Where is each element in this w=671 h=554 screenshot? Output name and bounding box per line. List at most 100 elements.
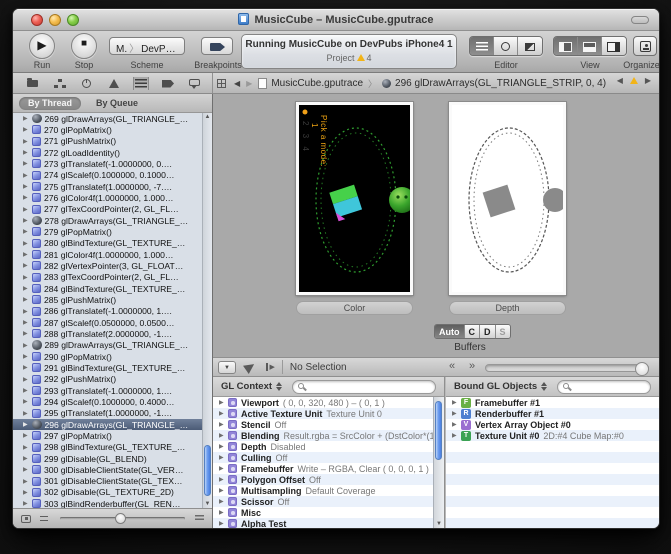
gl-context-row[interactable]: ▶Alpha Test bbox=[213, 518, 433, 528]
disclosure-triangle-icon[interactable]: ▶ bbox=[23, 262, 32, 269]
disclosure-triangle-icon[interactable]: ▶ bbox=[452, 421, 461, 428]
call-row-281[interactable]: ▶281 glColor4f(1.0000000, 1.000… bbox=[13, 249, 212, 260]
gl-context-search-input[interactable] bbox=[292, 380, 436, 394]
call-row-287[interactable]: ▶287 glScalef(0.0500000, 0.0500… bbox=[13, 317, 212, 328]
call-row-279[interactable]: ▶279 glPopMatrix() bbox=[13, 226, 212, 237]
sidebar-scrollbar[interactable]: ▲ ▼ bbox=[202, 113, 212, 508]
call-row-299[interactable]: ▶299 glDisable(GL_BLEND) bbox=[13, 453, 212, 464]
call-row-269[interactable]: ▶269 glDrawArrays(GL_TRIANGLE_… bbox=[13, 113, 212, 124]
disclosure-triangle-icon[interactable]: ▶ bbox=[452, 432, 461, 439]
scrollbar-thumb[interactable] bbox=[435, 401, 442, 460]
disclosure-triangle-icon[interactable]: ▶ bbox=[219, 509, 228, 516]
disclosure-triangle-icon[interactable]: ▶ bbox=[219, 465, 228, 472]
frame-slider[interactable] bbox=[60, 517, 185, 520]
gl-context-row[interactable]: ▶FramebufferWrite – RGBA, Clear ( 0, 0, … bbox=[213, 463, 433, 474]
call-row-290[interactable]: ▶290 glPopMatrix() bbox=[13, 351, 212, 362]
bound-object-row[interactable]: ▶FFramebuffer #1 bbox=[446, 397, 659, 408]
call-scrub-thumb[interactable] bbox=[635, 362, 649, 376]
disclosure-triangle-icon[interactable]: ▶ bbox=[23, 217, 32, 224]
toolbar-toggle-button[interactable] bbox=[631, 16, 649, 24]
call-row-271[interactable]: ▶271 glPushMatrix() bbox=[13, 136, 212, 147]
call-row-302[interactable]: ▶302 glDisable(GL_TEXTURE_2D) bbox=[13, 487, 212, 498]
disclosure-triangle-icon[interactable]: ▶ bbox=[23, 364, 32, 371]
disclosure-triangle-icon[interactable]: ▶ bbox=[23, 353, 32, 360]
tab-by-thread[interactable]: By Thread bbox=[19, 97, 81, 110]
call-row-303[interactable]: ▶303 glBindRenderbuffer(GL_REN… bbox=[13, 498, 212, 508]
list-icon[interactable] bbox=[195, 515, 204, 522]
disclosure-triangle-icon[interactable]: ▶ bbox=[23, 274, 32, 281]
equalizer-icon[interactable] bbox=[40, 516, 48, 521]
depth-buffer-label[interactable]: Depth bbox=[449, 301, 566, 315]
bound-object-row[interactable]: ▶RRenderbuffer #1 bbox=[446, 408, 659, 419]
gl-context-row[interactable]: ▶Polygon OffsetOff bbox=[213, 474, 433, 485]
disclosure-triangle-icon[interactable]: ▶ bbox=[219, 487, 228, 494]
sort-toggle-icon[interactable] bbox=[541, 382, 547, 391]
call-row-289[interactable]: ▶289 glDrawArrays(GL_TRIANGLE_… bbox=[13, 340, 212, 351]
tab-by-queue[interactable]: By Queue bbox=[87, 97, 147, 110]
disclosure-triangle-icon[interactable]: ▶ bbox=[219, 399, 228, 406]
color-buffer-label[interactable]: Color bbox=[296, 301, 413, 315]
call-row-295[interactable]: ▶295 glTranslatef(1.0000000, -1.… bbox=[13, 408, 212, 419]
disclosure-triangle-icon[interactable]: ▶ bbox=[23, 138, 32, 145]
gl-context-row[interactable]: ▶Active Texture UnitTexture Unit 0 bbox=[213, 408, 433, 419]
scroll-down-icon[interactable]: ▼ bbox=[203, 501, 212, 507]
gl-context-row[interactable]: ▶Viewport( 0, 0, 320, 480 ) – ( 0, 1 ) bbox=[213, 397, 433, 408]
breadcrumb[interactable]: ◀ ▶ MusicCube.gputrace 〉 296 glDrawArray… bbox=[217, 73, 659, 93]
disclosure-triangle-icon[interactable]: ▶ bbox=[23, 206, 32, 213]
disclosure-triangle-icon[interactable]: ▶ bbox=[23, 342, 32, 349]
disclosure-triangle-icon[interactable]: ▶ bbox=[23, 444, 32, 451]
stop-button[interactable]: ■ bbox=[71, 33, 97, 59]
toggle-utilities-button[interactable] bbox=[602, 37, 626, 55]
call-row-292[interactable]: ▶292 glPushMatrix() bbox=[13, 374, 212, 385]
disclosure-triangle-icon[interactable]: ▶ bbox=[23, 376, 32, 383]
step-icon[interactable]: ▶ bbox=[266, 363, 275, 371]
scrollbar-thumb[interactable] bbox=[204, 445, 211, 496]
disclosure-triangle-icon[interactable]: ▶ bbox=[23, 330, 32, 337]
run-button[interactable]: ▶ bbox=[29, 33, 55, 59]
titlebar[interactable]: MusicCube – MusicCube.gputrace bbox=[13, 9, 659, 31]
issue-navigator-icon[interactable] bbox=[107, 77, 121, 90]
debug-navigator-icon[interactable] bbox=[134, 77, 148, 90]
disclosure-triangle-icon[interactable]: ▶ bbox=[219, 443, 228, 450]
call-row-277[interactable]: ▶277 glTexCoordPointer(2, GL_FL… bbox=[13, 204, 212, 215]
breakpoint-navigator-icon[interactable] bbox=[161, 77, 175, 90]
breadcrumb-selection[interactable]: 296 glDrawArrays(GL_TRIANGLE_STRIP, 0, 4… bbox=[395, 78, 606, 89]
disclosure-triangle-icon[interactable]: ▶ bbox=[23, 432, 32, 439]
call-row-288[interactable]: ▶288 glTranslatef(2.0000000, -1.… bbox=[13, 328, 212, 339]
disclosure-triangle-icon[interactable]: ▶ bbox=[23, 228, 32, 235]
color-buffer-preview[interactable]: Pick a mode: 1 2 3 4 bbox=[296, 102, 413, 295]
disclosure-triangle-icon[interactable]: ▶ bbox=[23, 478, 32, 485]
gl-context-row[interactable]: ▶StencilOff bbox=[213, 419, 433, 430]
call-row-301[interactable]: ▶301 glDisableClientState(GL_TEX… bbox=[13, 476, 212, 487]
disclosure-triangle-icon[interactable]: ▶ bbox=[23, 466, 32, 473]
disclosure-triangle-icon[interactable]: ▶ bbox=[23, 319, 32, 326]
call-scrub-slider[interactable] bbox=[485, 364, 649, 372]
call-row-294[interactable]: ▶294 glScalef(0.1000000, 0.4000… bbox=[13, 396, 212, 407]
time-navigator-icon[interactable] bbox=[80, 77, 94, 90]
buffer-segment-auto[interactable]: Auto bbox=[435, 325, 465, 338]
disclosure-triangle-icon[interactable]: ▶ bbox=[23, 251, 32, 258]
call-row-298[interactable]: ▶298 glBindTexture(GL_TEXTURE_… bbox=[13, 442, 212, 453]
breadcrumb-document[interactable]: MusicCube.gputrace bbox=[271, 78, 363, 89]
call-row-276[interactable]: ▶276 glColor4f(1.0000000, 1.000… bbox=[13, 192, 212, 203]
call-row-270[interactable]: ▶270 glPopMatrix() bbox=[13, 124, 212, 135]
call-row-293[interactable]: ▶293 glTranslatef(-1.0000000, 1.… bbox=[13, 385, 212, 396]
disclosure-triangle-icon[interactable]: ▶ bbox=[23, 489, 32, 496]
related-items-icon[interactable] bbox=[217, 79, 226, 88]
gl-context-row[interactable]: ▶CullingOff bbox=[213, 452, 433, 463]
disclosure-triangle-icon[interactable]: ▶ bbox=[219, 476, 228, 483]
disclosure-triangle-icon[interactable]: ▶ bbox=[219, 432, 228, 439]
call-row-296[interactable]: ▶296 glDrawArrays(GL_TRIANGLE_… bbox=[13, 419, 212, 430]
version-editor-button[interactable] bbox=[518, 37, 542, 55]
frame-capture-icon[interactable] bbox=[21, 515, 31, 523]
disclosure-triangle-icon[interactable]: ▶ bbox=[23, 285, 32, 292]
disclosure-triangle-icon[interactable]: ▶ bbox=[23, 115, 32, 122]
bound-objects-search-input[interactable] bbox=[557, 380, 651, 394]
disclosure-triangle-icon[interactable]: ▶ bbox=[219, 421, 228, 428]
disclosure-triangle-icon[interactable]: ▶ bbox=[23, 183, 32, 190]
location-arrow-icon[interactable] bbox=[243, 360, 257, 374]
sort-toggle-icon[interactable] bbox=[276, 382, 282, 391]
buffer-segment-c[interactable]: C bbox=[465, 325, 481, 338]
call-row-275[interactable]: ▶275 glTranslatef(1.0000000, -7.… bbox=[13, 181, 212, 192]
call-row-285[interactable]: ▶285 glPushMatrix() bbox=[13, 294, 212, 305]
